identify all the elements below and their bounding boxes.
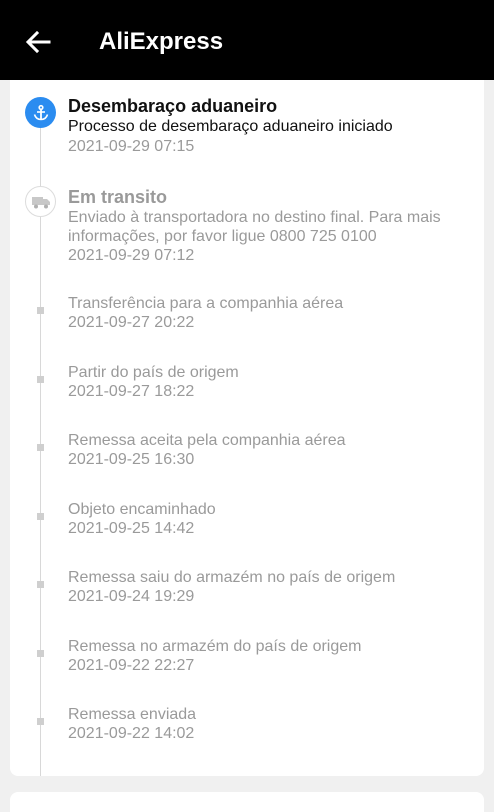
timeline-dot — [37, 444, 44, 451]
truck-icon — [31, 196, 50, 208]
event-time: 2021-09-22 22:27 — [68, 657, 195, 674]
event-time: 2021-09-25 16:30 — [68, 451, 195, 468]
tracking-event: Remessa enviada 2021-09-22 14:02 — [68, 705, 468, 743]
timeline-dot — [37, 581, 44, 588]
app-title: AliExpress — [99, 28, 224, 55]
tracking-event: Remessa aceita pela companhia aérea 2021… — [68, 431, 468, 469]
tracking-event-transit: Em transito Enviado à transportadora no … — [68, 186, 468, 265]
event-description: Remessa enviada — [68, 706, 197, 723]
back-button[interactable] — [22, 26, 54, 58]
event-description: Objeto encaminhado — [68, 501, 216, 518]
arrow-left-icon — [25, 30, 51, 54]
timeline-dot — [37, 513, 44, 520]
event-title: Desembaraço aduaneiro — [68, 96, 278, 116]
tracking-event-active: Desembaraço aduaneiro Processo de desemb… — [68, 95, 468, 156]
timeline-dot — [37, 376, 44, 383]
event-description: Processo de desembaraço aduaneiro inicia… — [68, 118, 393, 135]
event-description: Partir do país de origem — [68, 364, 239, 381]
timeline-dot — [37, 718, 44, 725]
tracking-event: Remessa no armazém do país de origem 202… — [68, 637, 468, 675]
status-node-active — [25, 97, 56, 128]
app-bar: AliExpress — [0, 0, 494, 80]
tracking-event: Remessa saiu do armazém no país de orige… — [68, 568, 468, 606]
event-time: 2021-09-27 18:22 — [68, 383, 195, 400]
event-description: Transferência para a companhia aérea — [68, 295, 344, 312]
next-card — [10, 792, 484, 812]
event-description: Enviado à transportadora no destino fina… — [68, 209, 441, 245]
event-description: Remessa no armazém do país de origem — [68, 638, 362, 655]
timeline-dot — [37, 307, 44, 314]
event-description: Remessa aceita pela companhia aérea — [68, 432, 346, 449]
event-time: 2021-09-22 14:02 — [68, 725, 195, 742]
anchor-icon — [33, 104, 48, 120]
event-time: 2021-09-27 20:22 — [68, 314, 195, 331]
event-title: Em transito — [68, 187, 168, 207]
event-time: 2021-09-29 07:12 — [68, 247, 195, 264]
event-description: Remessa saiu do armazém no país de orige… — [68, 569, 396, 586]
event-time: 2021-09-25 14:42 — [68, 520, 195, 537]
event-time: 2021-09-29 07:15 — [68, 138, 195, 155]
tracking-event: Partir do país de origem 2021-09-27 18:2… — [68, 363, 468, 401]
tracking-event: Objeto encaminhado 2021-09-25 14:42 — [68, 500, 468, 538]
tracking-event: Transferência para a companhia aérea 202… — [68, 294, 468, 332]
status-node-transit — [25, 186, 56, 217]
event-time: 2021-09-24 19:29 — [68, 588, 195, 605]
timeline-dot — [37, 650, 44, 657]
